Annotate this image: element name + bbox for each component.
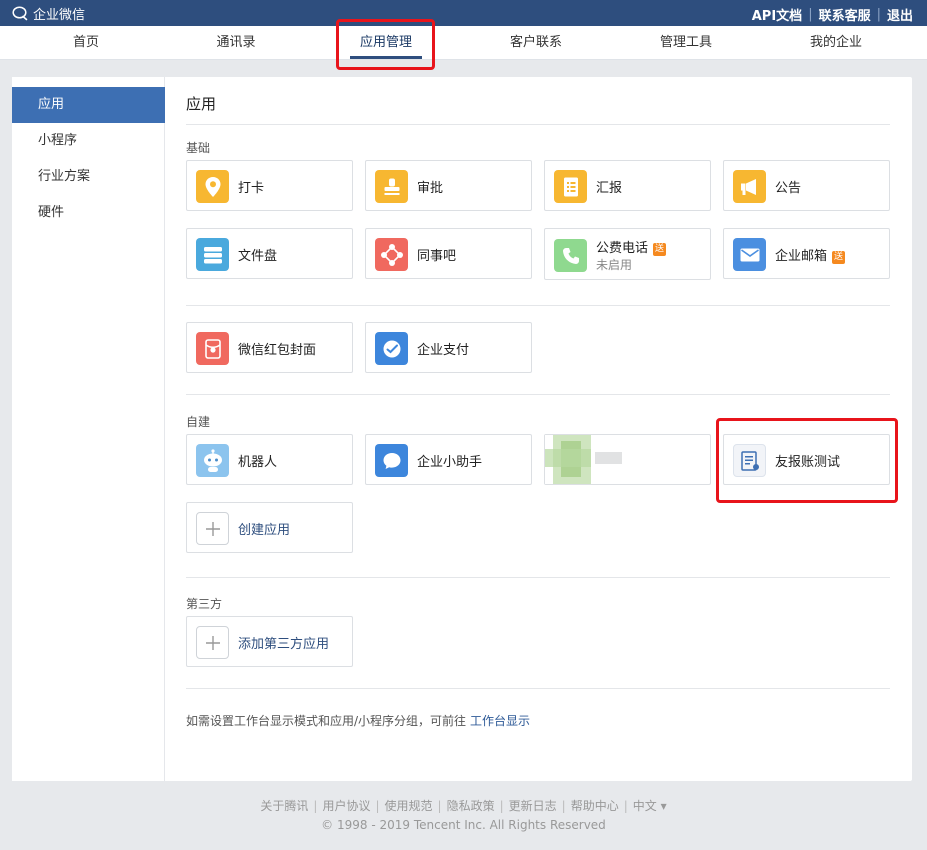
app-name: 企业小助手 bbox=[417, 455, 483, 470]
gift-badge: 送 bbox=[653, 243, 667, 256]
sidebar-item-mini-programs[interactable]: 小程序 bbox=[12, 123, 165, 159]
add-third-party-label: 添加第三方应用 bbox=[238, 637, 330, 652]
main-nav: 首页 通讯录 应用管理 客户联系 管理工具 我的企业 bbox=[0, 26, 927, 60]
section-label-custom: 自建 bbox=[186, 415, 211, 429]
app-name: 机器人 bbox=[238, 455, 278, 470]
logout-link[interactable]: 退出 bbox=[887, 5, 913, 24]
app-name: 公费电话 bbox=[596, 241, 649, 256]
app-name: 打卡 bbox=[238, 181, 265, 196]
brand[interactable]: 企业微信 bbox=[12, 4, 85, 23]
create-app-label: 创建应用 bbox=[238, 523, 291, 538]
separator: | bbox=[437, 799, 442, 813]
phone-icon bbox=[554, 239, 587, 272]
workbench-display-link[interactable]: 工作台显示 bbox=[470, 714, 530, 728]
tab-home[interactable]: 首页 bbox=[73, 26, 99, 60]
divider bbox=[186, 394, 890, 395]
tab-my-enterprise[interactable]: 我的企业 bbox=[810, 26, 862, 60]
payment-check-icon bbox=[375, 332, 408, 365]
wecom-logo-icon bbox=[12, 6, 28, 21]
red-envelope-icon bbox=[196, 332, 229, 365]
app-name: 公告 bbox=[775, 181, 802, 196]
top-links: API文档 | 联系客服 | 退出 bbox=[752, 5, 913, 24]
contact-support-link[interactable]: 联系客服 bbox=[819, 5, 871, 24]
tip-text: 如需设置工作台显示模式和应用/小程序分组，可前往 bbox=[186, 714, 467, 728]
top-bar: 企业微信 API文档 | 联系客服 | 退出 bbox=[0, 0, 927, 26]
app-tile-enterprise-assistant[interactable]: 企业小助手 bbox=[365, 434, 532, 485]
separator: | bbox=[313, 799, 318, 813]
divider bbox=[186, 577, 890, 578]
blurred-app-icon bbox=[545, 435, 670, 484]
plus-icon bbox=[196, 626, 229, 659]
share-nodes-icon bbox=[375, 238, 408, 271]
app-tile-enterprise-mail[interactable]: 企业邮箱送 bbox=[723, 228, 890, 279]
app-tile-enterprise-payment[interactable]: 企业支付 bbox=[365, 322, 532, 373]
app-tile-announcement[interactable]: 公告 bbox=[723, 160, 890, 211]
app-tile-report[interactable]: 汇报 bbox=[544, 160, 711, 211]
page-title: 应用 bbox=[186, 95, 217, 113]
app-name: 微信红包封面 bbox=[238, 343, 317, 358]
app-tile-colleague-bar[interactable]: 同事吧 bbox=[365, 228, 532, 279]
app-name: 企业邮箱 bbox=[775, 249, 828, 264]
mail-icon bbox=[733, 238, 766, 271]
app-name: 汇报 bbox=[596, 181, 623, 196]
footer-link-about[interactable]: 关于腾讯 bbox=[260, 799, 308, 813]
tab-contacts[interactable]: 通讯录 bbox=[216, 26, 255, 60]
brand-name: 企业微信 bbox=[33, 8, 86, 23]
app-tile-punch-in[interactable]: 打卡 bbox=[186, 160, 353, 211]
divider bbox=[186, 688, 890, 689]
chat-bubble-icon bbox=[375, 444, 408, 477]
footer-link-help[interactable]: 帮助中心 bbox=[571, 799, 619, 813]
highlight-box-nav bbox=[336, 19, 435, 70]
tab-customer-contact[interactable]: 客户联系 bbox=[510, 26, 562, 60]
separator: | bbox=[375, 799, 380, 813]
robot-icon bbox=[196, 444, 229, 477]
tab-management-tools[interactable]: 管理工具 bbox=[660, 26, 712, 60]
app-tile-red-envelope-cover[interactable]: 微信红包封面 bbox=[186, 322, 353, 373]
disk-stack-icon bbox=[196, 238, 229, 271]
app-status: 未启用 bbox=[596, 258, 633, 272]
footer-link-terms[interactable]: 用户协议 bbox=[322, 799, 370, 813]
app-tile-approval[interactable]: 审批 bbox=[365, 160, 532, 211]
app-tile-robot[interactable]: 机器人 bbox=[186, 434, 353, 485]
highlight-box-app bbox=[716, 418, 898, 503]
copyright: © 1998 - 2019 Tencent Inc. All Rights Re… bbox=[321, 818, 606, 832]
app-name: 同事吧 bbox=[417, 249, 457, 264]
separator: | bbox=[876, 7, 881, 22]
app-tile-public-phone[interactable]: 公费电话送 未启用 bbox=[544, 228, 711, 280]
workbench-tip: 如需设置工作台显示模式和应用/小程序分组，可前往 工作台显示 bbox=[186, 712, 530, 729]
footer-link-privacy[interactable]: 隐私政策 bbox=[447, 799, 495, 813]
add-third-party-app-button[interactable]: 添加第三方应用 bbox=[186, 616, 353, 667]
footer-link-changelog[interactable]: 更新日志 bbox=[509, 799, 557, 813]
footer-link-usage[interactable]: 使用规范 bbox=[385, 799, 433, 813]
separator: | bbox=[623, 799, 628, 813]
plus-icon bbox=[196, 512, 229, 545]
section-label-basic: 基础 bbox=[186, 141, 211, 155]
app-name-row: 企业邮箱送 bbox=[775, 245, 846, 264]
create-app-button[interactable]: 创建应用 bbox=[186, 502, 353, 553]
stamp-icon bbox=[375, 170, 408, 203]
separator: | bbox=[499, 799, 504, 813]
sidebar-item-industry-solutions[interactable]: 行业方案 bbox=[12, 159, 165, 195]
app-name: 企业支付 bbox=[417, 343, 470, 358]
divider bbox=[186, 305, 890, 306]
app-tile-file-disk[interactable]: 文件盘 bbox=[186, 228, 353, 279]
report-document-icon bbox=[554, 170, 587, 203]
app-name: 审批 bbox=[417, 181, 444, 196]
sidebar-item-hardware[interactable]: 硬件 bbox=[12, 195, 165, 231]
separator: | bbox=[561, 799, 566, 813]
api-docs-link[interactable]: API文档 bbox=[752, 5, 802, 24]
app-name-row: 公费电话送 bbox=[596, 237, 667, 256]
separator: | bbox=[808, 7, 813, 22]
app-name: 文件盘 bbox=[238, 249, 278, 264]
gift-badge: 送 bbox=[832, 251, 846, 264]
section-label-third-party: 第三方 bbox=[186, 597, 223, 611]
sidebar-item-apps[interactable]: 应用 bbox=[12, 87, 165, 123]
megaphone-icon bbox=[733, 170, 766, 203]
sidebar: 应用 小程序 行业方案 硬件 bbox=[12, 77, 165, 781]
footer-links: 关于腾讯 | 用户协议 | 使用规范 | 隐私政策 | 更新日志 | 帮助中心 | 中文 ▾ bbox=[0, 797, 927, 814]
language-select[interactable]: 中文 ▾ bbox=[633, 799, 667, 813]
divider bbox=[186, 124, 890, 125]
app-tile-blurred[interactable] bbox=[544, 434, 711, 485]
location-pin-icon bbox=[196, 170, 229, 203]
